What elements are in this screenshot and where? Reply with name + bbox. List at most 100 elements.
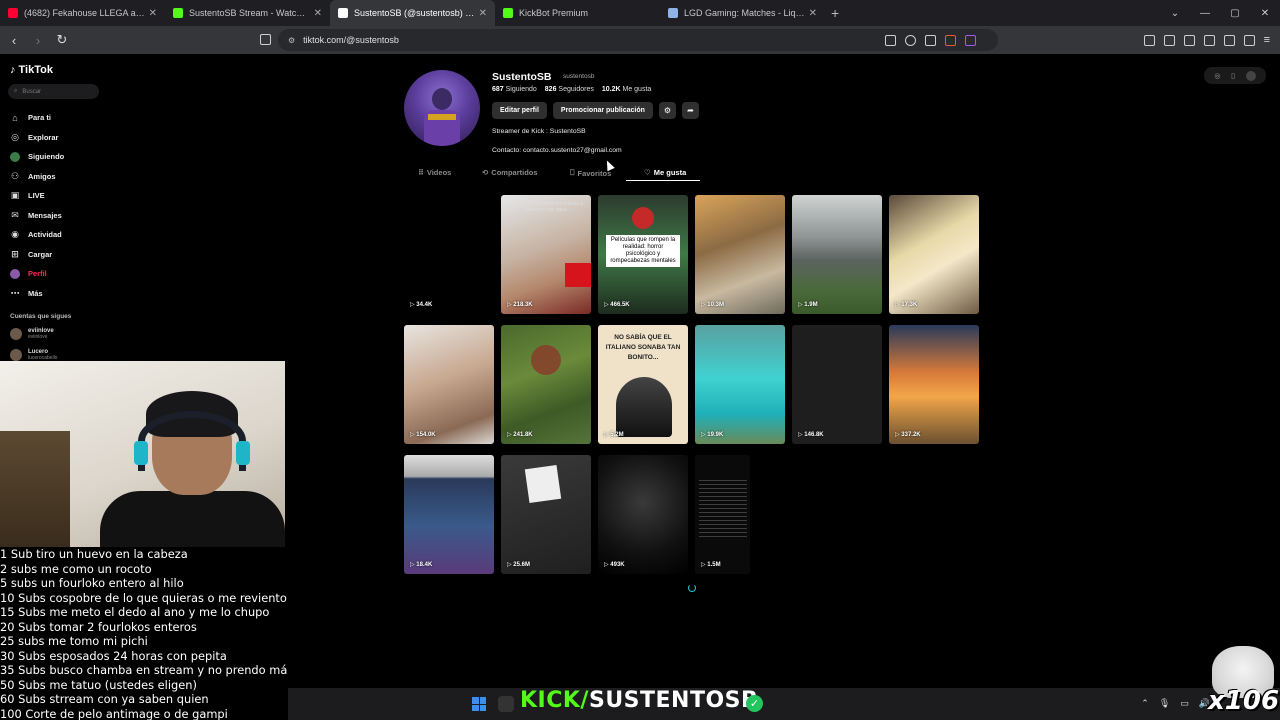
sidebar-item-mas[interactable]: ⋯ Más <box>10 284 64 304</box>
microphone-icon[interactable]: 🎙 <box>1159 698 1170 709</box>
vpn-icon[interactable] <box>1243 34 1255 46</box>
sidebar-item-actividad[interactable]: ◉ Actividad <box>10 225 64 245</box>
site-info-icon[interactable]: ⚙ <box>288 36 295 45</box>
video-card[interactable]: NO SABÍA QUE EL ITALIANO SONABA TAN BONI… <box>598 325 688 444</box>
browser-tab-active[interactable]: SustentoSB (@sustentosb) | TikTok ✕ <box>330 0 495 26</box>
settings-gear-icon[interactable]: ⚙ <box>658 102 676 119</box>
video-card[interactable]: ▷ 154.0K <box>404 325 494 444</box>
browser-tab[interactable]: KickBot Premium <box>495 0 660 26</box>
view-count-value: 337.2K <box>901 432 921 438</box>
brave-shield-icon[interactable] <box>944 34 956 46</box>
search-icon[interactable] <box>498 696 514 712</box>
view-count: ▷ 218.3K <box>507 302 533 308</box>
search-input[interactable]: ⌕ Buscar <box>8 84 99 99</box>
close-icon[interactable]: ✕ <box>809 8 817 19</box>
following-stat[interactable]: 687 Siguiendo <box>492 86 537 93</box>
followers-stat[interactable]: 826 Seguidores <box>545 86 594 93</box>
rewards-icon[interactable] <box>964 34 976 46</box>
tab-title: SustentoSB (@sustentosb) | TikTok <box>354 8 475 18</box>
close-window-icon[interactable]: ✕ <box>1250 8 1280 19</box>
browser-tab[interactable]: SustentoSB Stream - Watch Live ✕ <box>165 0 330 26</box>
view-count-value: 241.8K <box>513 432 533 438</box>
sidebar-item-label: Actividad <box>28 230 62 240</box>
promote-post-button[interactable]: Promocionar publicación <box>552 102 653 119</box>
following-account[interactable]: eviinlove eviinlove <box>10 328 54 340</box>
sidebar-item-explorar[interactable]: ◎ Explorar <box>10 128 64 148</box>
leo-ai-icon[interactable] <box>1223 34 1235 46</box>
translate-icon[interactable] <box>884 34 896 46</box>
sidebar-item-live[interactable]: ▣ LIVE <box>10 186 64 206</box>
sidebar-item-amigos[interactable]: ⚇ Amigos <box>10 167 64 187</box>
tab-search-chevron-icon[interactable]: ⌄ <box>1160 8 1190 19</box>
video-caption: NO SABÍA QUE EL ITALIANO SONABA TAN BONI… <box>605 334 681 361</box>
extensions-puzzle-icon[interactable] <box>1143 34 1155 46</box>
view-count-value: 34.4K <box>416 302 433 308</box>
kick-label: KICK/ <box>520 688 589 713</box>
video-card[interactable]: ▷ 1.9M <box>792 195 882 314</box>
tab-videos[interactable]: ⠿ Videos <box>418 168 451 177</box>
sub-goals-list: 1 Sub tiro un huevo en la cabeza 2 subs … <box>0 547 288 720</box>
chevron-up-icon[interactable]: ⌃ <box>1141 698 1149 709</box>
browser-tab[interactable]: (4682) Fekahouse LLEGA a Bolivia ao ✕ <box>0 0 165 26</box>
maximize-icon[interactable]: ▢ <box>1220 8 1250 19</box>
sidebar-item-mensajes[interactable]: ✉ Mensajes <box>10 206 64 226</box>
minimize-icon[interactable]: — <box>1190 8 1220 19</box>
sidebar-item-siguiendo[interactable]: Siguiendo <box>10 147 64 167</box>
address-bar-row: ‹ › ↻ ⚙ tiktok.com/@sustentosb ≡ <box>0 26 1280 54</box>
following-account[interactable]: Lucero lucerocabello <box>10 349 57 361</box>
sidebar-item-para-ti[interactable]: ⌂ Para ti <box>10 108 64 128</box>
video-card[interactable]: ▷ 493K <box>598 455 688 574</box>
video-card[interactable]: ▷ 17.3K <box>889 195 979 314</box>
video-caption: yo cuando mi mamá me manda a bañarme con… <box>508 201 584 213</box>
cast-icon[interactable] <box>924 34 936 46</box>
sidebar-icon[interactable] <box>1183 34 1195 46</box>
video-card[interactable]: ▷ 18.4K <box>404 455 494 574</box>
zoom-icon[interactable] <box>904 34 916 46</box>
reload-icon[interactable]: ↻ <box>52 32 72 48</box>
video-card[interactable]: ▷ 19.9K <box>695 325 785 444</box>
tab-me-gusta[interactable]: ♡ Me gusta <box>625 168 701 181</box>
logo-text: TikTok <box>18 64 53 76</box>
bookmark-icon[interactable] <box>260 34 271 45</box>
video-card[interactable]: ▷ 10.3M <box>695 195 785 314</box>
close-icon[interactable]: ✕ <box>149 8 157 19</box>
url-text: tiktok.com/@sustentosb <box>303 35 399 45</box>
forward-arrow-icon[interactable]: › <box>28 33 48 48</box>
user-avatar-small[interactable] <box>1245 70 1256 81</box>
tab-compartidos[interactable]: ⟲ Compartidos <box>482 168 538 177</box>
video-card[interactable]: ▷ 337.2K <box>889 325 979 444</box>
profile-bio: Streamer de Kick : SustentoSB <box>492 128 586 135</box>
video-card[interactable]: yo cuando mi mamá me manda a bañarme con… <box>501 195 591 314</box>
close-icon[interactable]: ✕ <box>479 8 487 19</box>
music-icon[interactable] <box>1163 34 1175 46</box>
browser-tab[interactable]: LGD Gaming: Matches - Liquipedia D ✕ <box>660 0 825 26</box>
view-count-value: 218.3K <box>513 302 533 308</box>
search-placeholder: Buscar <box>22 88 42 95</box>
video-card[interactable]: Películas que rompen la realidad: horror… <box>598 195 688 314</box>
sidebar-item-perfil[interactable]: Perfil <box>10 264 64 284</box>
activity-icon: ◉ <box>11 229 19 240</box>
back-arrow-icon[interactable]: ‹ <box>4 33 24 48</box>
video-card[interactable]: ▷ 241.8K <box>501 325 591 444</box>
tab-favoritos[interactable]: ⎕ Favoritos <box>570 168 611 178</box>
profile-avatar[interactable] <box>404 70 480 146</box>
profile-actions: Editar perfil Promocionar publicación ⚙ … <box>492 102 699 119</box>
windows-start-icon[interactable] <box>472 697 486 711</box>
edit-profile-button[interactable]: Editar perfil <box>492 102 547 119</box>
share-arrow-icon[interactable]: ➦ <box>681 102 699 119</box>
profile-handle: sustentosb <box>563 73 595 80</box>
new-tab-plus-icon[interactable]: + <box>831 5 839 21</box>
video-card[interactable]: ▷ 146.8K <box>792 325 882 444</box>
video-card[interactable]: ▷ 34.4K <box>404 195 494 314</box>
network-icon[interactable]: ▭ <box>1180 698 1189 709</box>
video-card[interactable]: ▷ 1.5M <box>695 455 750 574</box>
close-icon[interactable]: ✕ <box>314 8 322 19</box>
menu-icon[interactable]: ≡ <box>1264 34 1270 46</box>
tiktok-logo[interactable]: ♪ TikTok <box>10 64 53 76</box>
view-count-value: 154.0K <box>416 432 436 438</box>
device-icon[interactable]: ▯ <box>1231 72 1235 80</box>
video-card[interactable]: ▷ 25.6M <box>501 455 591 574</box>
sidebar-item-cargar[interactable]: ⊞ Cargar <box>10 245 64 265</box>
coins-icon[interactable]: ◎ <box>1214 72 1220 80</box>
wallet-icon[interactable] <box>1203 34 1215 46</box>
